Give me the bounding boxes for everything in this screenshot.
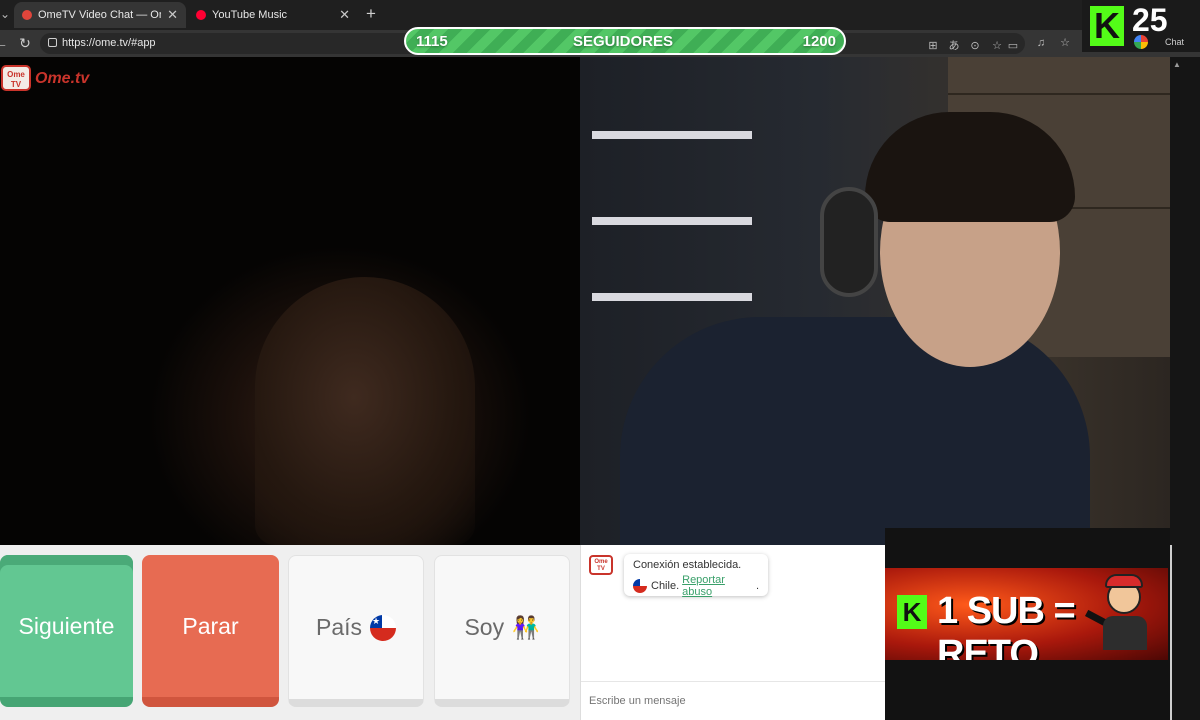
apps-icon[interactable]: ⊞ — [926, 39, 940, 53]
report-abuse-link[interactable]: Reportar abuso — [682, 574, 756, 598]
couple-icon: 👫 — [512, 614, 540, 640]
gender-button-label: Soy — [464, 614, 505, 640]
cabinet-edge — [948, 93, 1170, 95]
tab-youtube-music[interactable]: YouTube Music ✕ — [188, 2, 358, 28]
goal-label: SEGUIDORES — [573, 33, 674, 50]
browser-tab-strip: ⌄ OmeTV Video Chat — Omegle ✕ YouTube Mu… — [0, 0, 1200, 30]
media-control-icon[interactable]: ♫ — [1034, 36, 1048, 50]
more-options-icon[interactable]: ⊙ — [968, 39, 982, 53]
partner-video: Ome TV Ome.tv — [0, 57, 580, 545]
ometv-app: Ome TV Ome.tv ▲ Siguiente Parar País ★ S… — [0, 57, 1200, 720]
system-message: Conexión establecida. Chile. Reportar ab… — [624, 554, 768, 598]
viewer-count: 25 — [1132, 2, 1168, 38]
translate-icon[interactable]: あ — [947, 39, 961, 53]
control-panel: Siguiente Parar País ★ Soy 👫 — [0, 545, 580, 720]
site-info-icon[interactable] — [48, 38, 57, 47]
tab-title: YouTube Music — [212, 9, 288, 21]
country-button[interactable]: País ★ — [288, 555, 424, 707]
chat-panel: Ome TV Conexión establecida. Chile. Repo… — [580, 545, 885, 720]
stop-button-label: Parar — [182, 612, 239, 639]
tab-ometv[interactable]: OmeTV Video Chat — Omegle ✕ — [14, 2, 186, 28]
self-webcam-video — [580, 57, 1170, 545]
ometv-logo[interactable]: Ome TV Ome.tv — [1, 65, 101, 93]
mascot-icon — [1084, 572, 1153, 650]
close-icon[interactable]: ✕ — [167, 7, 178, 23]
streamer-body — [620, 317, 1090, 545]
viewer-count-badge: K 25 Chat — [1082, 0, 1200, 52]
camera-icon[interactable]: ▭ — [1006, 39, 1020, 53]
chat-label[interactable]: Chat — [1165, 37, 1184, 47]
bookmark-star-icon[interactable]: ☆ — [990, 39, 1004, 53]
report-suffix: . — [755, 580, 759, 592]
kick-logo-icon: K — [1090, 6, 1124, 46]
ometv-chat-logo-icon: Ome TV — [589, 555, 613, 575]
stop-button[interactable]: Parar — [142, 555, 279, 707]
url-text: https://ome.tv/#app — [62, 37, 156, 49]
shelf — [592, 217, 752, 225]
back-arrow-icon[interactable]: ← — [0, 34, 10, 52]
favorites-icon[interactable]: ☆ — [1058, 36, 1072, 50]
partner-face — [255, 277, 475, 545]
new-tab-button[interactable]: + — [362, 4, 380, 24]
goal-target: 1200 — [802, 33, 836, 50]
gender-button[interactable]: Soy 👫 — [434, 555, 570, 707]
next-button-label: Siguiente — [18, 612, 115, 639]
screen: ⌄ OmeTV Video Chat — Omegle ✕ YouTube Mu… — [0, 0, 1200, 720]
reload-icon[interactable]: ↻ — [16, 34, 34, 52]
tab-search-icon[interactable]: ⌄ — [0, 4, 10, 24]
chile-flag-icon: ★ — [370, 614, 397, 641]
kick-logo-icon: K — [897, 595, 927, 629]
next-button[interactable]: Siguiente — [0, 555, 133, 707]
goal-current: 1115 — [416, 33, 448, 50]
tab-title: OmeTV Video Chat — Omegle — [38, 9, 161, 21]
shelf — [592, 293, 752, 301]
follower-goal-bar: 1115 SEGUIDORES 1200 — [404, 27, 846, 55]
scrollbar[interactable] — [1170, 57, 1200, 720]
youtube-music-favicon-icon — [196, 10, 206, 20]
headset — [820, 187, 878, 297]
ometv-favicon-icon — [22, 10, 32, 20]
partner-country: Chile. — [651, 580, 680, 592]
chrome-profile-icon[interactable] — [1134, 35, 1148, 49]
connection-status: Conexión establecida. — [633, 559, 742, 571]
scroll-up-icon[interactable]: ▲ — [1173, 60, 1183, 70]
logo-text: Ome.tv — [35, 70, 90, 87]
message-input[interactable] — [581, 681, 885, 720]
sub-challenge-banner: K 1 SUB = RETO — [885, 568, 1168, 660]
chile-flag-icon — [633, 579, 647, 593]
close-icon[interactable]: ✕ — [339, 7, 350, 23]
shelf — [592, 131, 752, 139]
logo-box: Ome TV — [1, 65, 31, 91]
country-button-label: País — [315, 614, 363, 640]
